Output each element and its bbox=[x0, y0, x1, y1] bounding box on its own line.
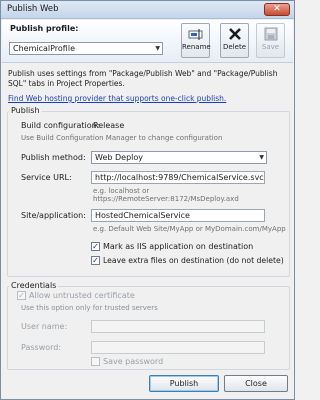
publish-method-label: Publish method: bbox=[21, 153, 86, 162]
username-input[interactable] bbox=[91, 320, 265, 333]
publish-button[interactable]: Publish bbox=[149, 375, 219, 392]
floppy-disk-icon bbox=[264, 27, 277, 41]
save-profile-button[interactable]: Save bbox=[256, 23, 285, 58]
password-input[interactable] bbox=[91, 341, 265, 354]
delete-label: Delete bbox=[223, 43, 246, 51]
chevron-down-icon: ▼ bbox=[259, 154, 264, 161]
build-configuration-label: Build configuration: bbox=[21, 121, 100, 130]
site-application-hint: e.g. Default Web Site/MyApp or MyDomain.… bbox=[93, 225, 286, 233]
service-url-input[interactable]: http://localhost:9789/ChemicalService.sv… bbox=[91, 171, 265, 184]
window-title: Publish Web bbox=[7, 4, 59, 14]
close-window-button[interactable]: ✕ bbox=[264, 3, 290, 16]
title-bar[interactable]: Publish Web ✕ bbox=[1, 1, 294, 19]
password-label: Password: bbox=[21, 343, 62, 352]
trusted-servers-hint: Use this option only for trusted servers bbox=[21, 304, 158, 312]
rename-button[interactable]: Rename bbox=[181, 23, 211, 58]
hosting-provider-link[interactable]: Find Web hosting provider that supports … bbox=[8, 94, 226, 103]
publish-method-dropdown[interactable]: Web Deploy ▼ bbox=[91, 151, 267, 164]
build-configuration-value: Release bbox=[93, 121, 125, 130]
save-label: Save bbox=[261, 43, 280, 51]
delete-x-icon bbox=[228, 28, 241, 40]
publish-profile-label: Publish profile: bbox=[10, 24, 79, 33]
delete-button[interactable]: Delete bbox=[220, 23, 249, 58]
site-application-input[interactable]: HostedChemicalService bbox=[91, 209, 265, 222]
save-password-label: Save password bbox=[103, 357, 164, 366]
publish-profile-value: ChemicalProfile bbox=[13, 44, 75, 53]
publish-profile-dropdown[interactable]: ChemicalProfile ▼ bbox=[9, 42, 163, 55]
site-application-label: Site/application: bbox=[21, 211, 86, 220]
publish-web-dialog: Publish Web ✕ Publish profile: ChemicalP… bbox=[0, 0, 295, 400]
allow-untrusted-label: Allow untrusted certificate bbox=[29, 291, 135, 300]
rename-icon bbox=[188, 29, 202, 40]
username-label: User name: bbox=[21, 322, 68, 331]
mark-iis-checkbox[interactable]: ✓ bbox=[91, 242, 100, 251]
description-text: Publish uses settings from "Package/Publ… bbox=[8, 69, 278, 88]
publish-method-value: Web Deploy bbox=[95, 153, 143, 162]
service-url-label: Service URL: bbox=[21, 173, 72, 182]
build-configuration-hint: Use Build Configuration Manager to chang… bbox=[21, 134, 223, 142]
close-button[interactable]: Close bbox=[224, 375, 288, 392]
service-url-hint: e.g. localhost or https://RemoteServer:8… bbox=[93, 187, 239, 203]
publish-group-title: Publish bbox=[9, 106, 42, 115]
allow-untrusted-checkbox[interactable]: ✓ bbox=[17, 291, 26, 300]
credentials-group-title: Credentials bbox=[9, 281, 59, 290]
rename-label: Rename bbox=[182, 43, 211, 51]
save-password-checkbox[interactable] bbox=[91, 357, 100, 366]
chevron-down-icon: ▼ bbox=[155, 45, 160, 52]
leave-extra-files-checkbox[interactable]: ✓ bbox=[91, 256, 100, 265]
leave-extra-files-label: Leave extra files on destination (do not… bbox=[103, 256, 284, 265]
mark-iis-label: Mark as IIS application on destination bbox=[103, 242, 254, 251]
